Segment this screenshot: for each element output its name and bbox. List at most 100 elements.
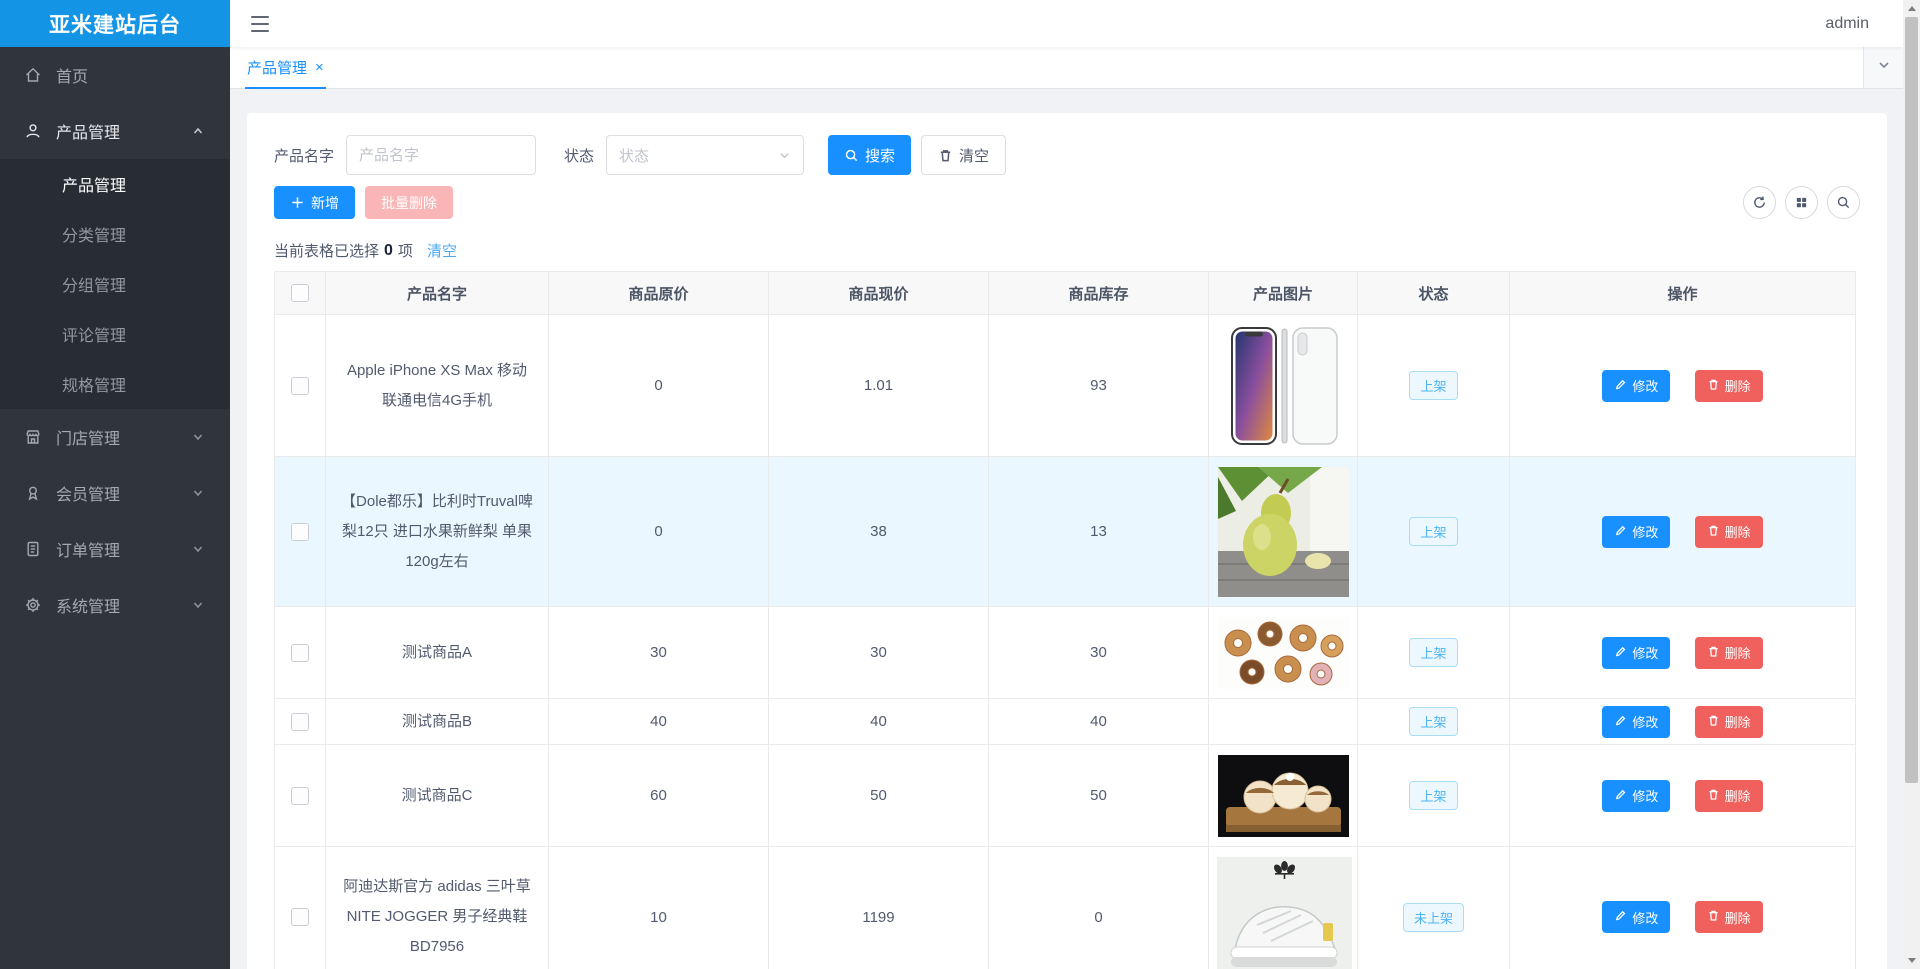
edit-button[interactable]: 修改 bbox=[1602, 636, 1671, 669]
sidebar-item-order-management[interactable]: 订单管理 bbox=[0, 521, 230, 577]
delete-button[interactable]: 删除 bbox=[1694, 369, 1763, 402]
status-badge[interactable]: 上架 bbox=[1409, 517, 1458, 546]
product-image-cell bbox=[1208, 456, 1358, 607]
chevron-down-icon bbox=[192, 599, 204, 611]
product-image bbox=[1217, 324, 1349, 447]
product-name: 阿迪达斯官方 adidas 三叶草 NITE JOGGER 男子经典鞋BD795… bbox=[325, 846, 549, 969]
hamburger-menu-icon[interactable] bbox=[251, 15, 271, 32]
scroll-up-arrow[interactable] bbox=[1903, 0, 1920, 17]
scrollbar-thumb[interactable] bbox=[1905, 17, 1918, 783]
column-header: 产品图片 bbox=[1208, 271, 1358, 315]
chevron-down-icon bbox=[778, 149, 791, 162]
status-badge[interactable]: 上架 bbox=[1409, 707, 1458, 736]
product-image-cell bbox=[1208, 698, 1358, 745]
product-price: 50 bbox=[768, 744, 989, 847]
sidebar-item-label: 产品管理 bbox=[56, 125, 121, 142]
refresh-button[interactable] bbox=[1743, 186, 1776, 219]
filter-form: 产品名字 状态 状态 搜索 清空 bbox=[274, 135, 1860, 175]
scroll-down-arrow[interactable] bbox=[1903, 952, 1920, 969]
table-row: 测试商品B 40 40 40 上架 修改 删除 bbox=[274, 698, 1856, 745]
trash-icon bbox=[1707, 378, 1725, 394]
status-badge[interactable]: 上架 bbox=[1409, 371, 1458, 400]
vertical-scrollbar[interactable] bbox=[1903, 0, 1920, 969]
columns-button[interactable] bbox=[1785, 186, 1818, 219]
tab-product-management[interactable]: 产品管理 × bbox=[245, 47, 326, 89]
submenu-item-comment-management[interactable]: 评论管理 bbox=[0, 309, 230, 359]
sidebar-item-product-management[interactable]: 产品管理 bbox=[0, 103, 230, 159]
tab-list-dropdown-button[interactable] bbox=[1863, 47, 1903, 88]
sidebar-item-member-management[interactable]: 会员管理 bbox=[0, 465, 230, 521]
submenu-item-group-management[interactable]: 分组管理 bbox=[0, 259, 230, 309]
trash-icon bbox=[1707, 645, 1725, 661]
clear-button[interactable]: 清空 bbox=[921, 135, 1007, 175]
row-checkbox[interactable] bbox=[291, 643, 309, 662]
trash-icon bbox=[940, 149, 951, 161]
chevron-down-icon bbox=[192, 487, 204, 499]
delete-button[interactable]: 删除 bbox=[1694, 901, 1763, 933]
pencil-icon bbox=[1614, 645, 1632, 661]
tab-close-icon[interactable]: × bbox=[315, 60, 324, 75]
member-icon bbox=[24, 484, 42, 502]
product-original-price: 10 bbox=[548, 846, 769, 969]
sidebar-item-label: 系统管理 bbox=[56, 599, 121, 616]
batch-delete-button: 批量删除 bbox=[365, 186, 453, 219]
product-image bbox=[1217, 856, 1352, 969]
edit-button[interactable]: 修改 bbox=[1602, 901, 1671, 933]
magnifier-icon bbox=[1837, 196, 1850, 209]
row-checkbox[interactable] bbox=[291, 522, 309, 541]
edit-button[interactable]: 修改 bbox=[1602, 515, 1671, 548]
product-stock: 13 bbox=[988, 456, 1209, 607]
product-original-price: 40 bbox=[548, 698, 769, 745]
status-badge[interactable]: 上架 bbox=[1409, 781, 1458, 810]
submenu-item-spec-management[interactable]: 规格管理 bbox=[0, 359, 230, 409]
row-checkbox[interactable] bbox=[291, 908, 309, 927]
status-badge[interactable]: 上架 bbox=[1409, 638, 1458, 667]
product-name-input[interactable] bbox=[346, 135, 537, 175]
user-menu[interactable]: admin bbox=[1825, 15, 1869, 33]
row-checkbox[interactable] bbox=[291, 376, 309, 395]
product-image bbox=[1217, 616, 1349, 689]
submenu-item-category-management[interactable]: 分类管理 bbox=[0, 209, 230, 259]
add-button[interactable]: 新增 bbox=[274, 186, 355, 219]
product-name: 测试商品B bbox=[325, 698, 549, 745]
product-price: 38 bbox=[768, 456, 989, 607]
table-search-button[interactable] bbox=[1827, 186, 1860, 219]
delete-button[interactable]: 删除 bbox=[1694, 515, 1763, 548]
delete-button[interactable]: 删除 bbox=[1694, 779, 1763, 812]
content-card: 产品名字 状态 状态 搜索 清空 bbox=[247, 113, 1887, 969]
plus-icon bbox=[292, 197, 303, 208]
user-icon bbox=[24, 122, 42, 140]
column-header: 商品现价 bbox=[768, 271, 989, 315]
product-stock: 0 bbox=[988, 846, 1209, 969]
sidebar: 亚米建站后台 首页 产品管理 产品管理 分类管理 分组管理 评论管理 规格管理 门店管理 会员管… bbox=[0, 0, 230, 969]
sidebar-item-system-management[interactable]: 系统管理 bbox=[0, 577, 230, 633]
tab-bar: 产品管理 × bbox=[230, 47, 1903, 89]
edit-button[interactable]: 修改 bbox=[1602, 779, 1671, 812]
status-select[interactable]: 状态 bbox=[606, 135, 805, 175]
selection-clear-link[interactable]: 清空 bbox=[427, 240, 457, 261]
sidebar-item-store-management[interactable]: 门店管理 bbox=[0, 409, 230, 465]
delete-button[interactable]: 删除 bbox=[1694, 705, 1763, 738]
search-button[interactable]: 搜索 bbox=[828, 135, 912, 175]
status-badge[interactable]: 未上架 bbox=[1402, 902, 1464, 932]
product-image-cell bbox=[1208, 606, 1358, 699]
sidebar-item-home[interactable]: 首页 bbox=[0, 47, 230, 103]
edit-button[interactable]: 修改 bbox=[1602, 369, 1671, 402]
product-stock: 30 bbox=[988, 606, 1209, 699]
edit-button[interactable]: 修改 bbox=[1602, 705, 1671, 738]
column-header: 产品名字 bbox=[325, 271, 549, 315]
row-checkbox[interactable] bbox=[291, 712, 309, 731]
product-image-cell bbox=[1208, 314, 1358, 457]
trash-icon bbox=[1707, 909, 1725, 925]
pencil-icon bbox=[1614, 524, 1632, 540]
row-checkbox[interactable] bbox=[291, 786, 309, 805]
select-all-checkbox[interactable] bbox=[291, 284, 309, 303]
product-price: 1199 bbox=[768, 846, 989, 969]
column-header: 操作 bbox=[1509, 271, 1856, 315]
submenu-item-product-list[interactable]: 产品管理 bbox=[0, 159, 230, 209]
trash-icon bbox=[1707, 524, 1725, 540]
header-select-all-cell bbox=[274, 271, 326, 315]
product-image-cell bbox=[1208, 846, 1358, 969]
delete-button[interactable]: 删除 bbox=[1694, 636, 1763, 669]
store-icon bbox=[24, 428, 42, 446]
